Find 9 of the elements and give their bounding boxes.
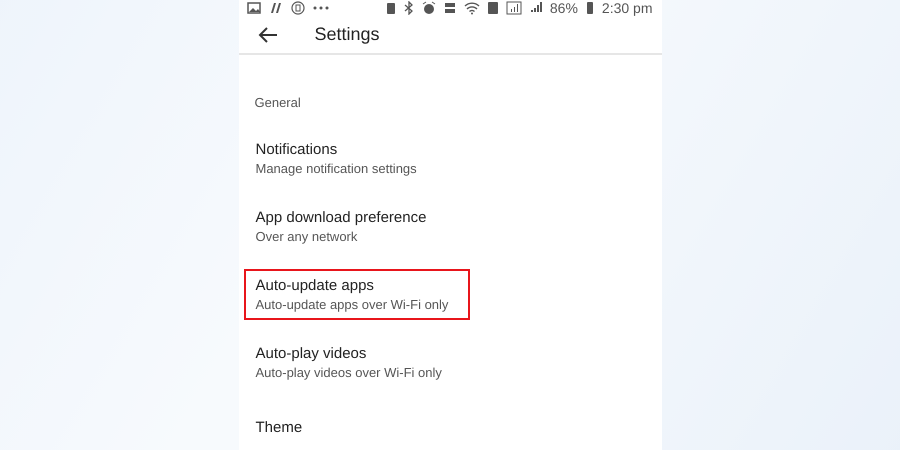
settings-item[interactable]: App download preference Over any network [244,201,470,252]
battery-percentage: 86% [550,0,578,16]
highlighted-settings-item[interactable]: Auto-update apps Auto-update apps over Wi-Fi only [244,269,470,320]
settings-item[interactable]: Auto-play videos Auto-play videos over Wi-Fi only [244,337,470,388]
settings-item[interactable]: Notifications Manage notification settings [244,133,470,184]
screen-title: Settings [314,24,380,46]
clock-time: 2:30 pm [602,0,652,16]
settings-item[interactable]: Theme [244,405,470,450]
section-header: General [254,95,301,110]
